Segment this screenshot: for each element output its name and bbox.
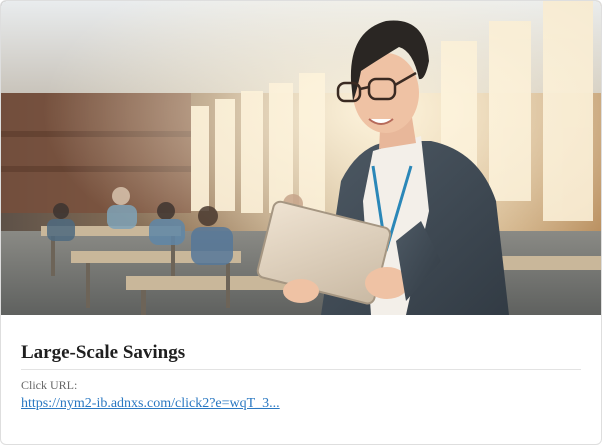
- card-title: Large-Scale Savings: [21, 342, 581, 370]
- click-url-link[interactable]: https://nym2-ib.adnxs.com/click2?e=wqT_3…: [21, 396, 280, 412]
- hero-image[interactable]: [1, 1, 601, 315]
- card-body: Large-Scale Savings Click URL: https://n…: [21, 315, 581, 412]
- ad-card[interactable]: Large-Scale Savings Click URL: https://n…: [0, 0, 602, 445]
- click-url-label: Click URL:: [21, 377, 78, 392]
